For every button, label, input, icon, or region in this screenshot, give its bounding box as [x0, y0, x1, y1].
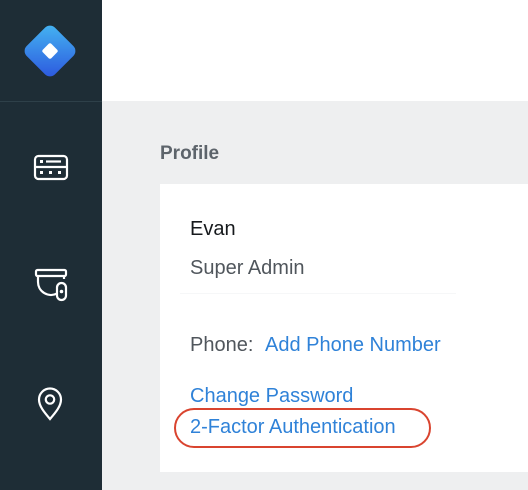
nav-item-locations[interactable] [0, 370, 102, 430]
add-phone-link[interactable]: Add Phone Number [265, 334, 441, 357]
highlight-outline [174, 408, 431, 448]
nav-item-cameras[interactable] [0, 252, 102, 312]
phone-label: Phone: [190, 334, 254, 356]
dashboard-icon [33, 154, 69, 181]
logo-area[interactable] [0, 0, 102, 102]
top-bar [102, 0, 528, 101]
diamond-logo-icon [24, 25, 76, 77]
profile-card: Evan Super Admin Phone: Add Phone Number… [160, 184, 528, 472]
change-password-link[interactable]: Change Password [190, 385, 353, 408]
security-camera-icon [34, 268, 68, 302]
user-role: Super Admin [190, 257, 305, 279]
sidebar [0, 0, 102, 490]
nav-item-dashboard[interactable] [0, 137, 102, 197]
user-name: Evan [190, 218, 236, 240]
location-pin-icon [37, 387, 63, 421]
section-title: Profile [160, 143, 220, 164]
divider [180, 293, 456, 294]
